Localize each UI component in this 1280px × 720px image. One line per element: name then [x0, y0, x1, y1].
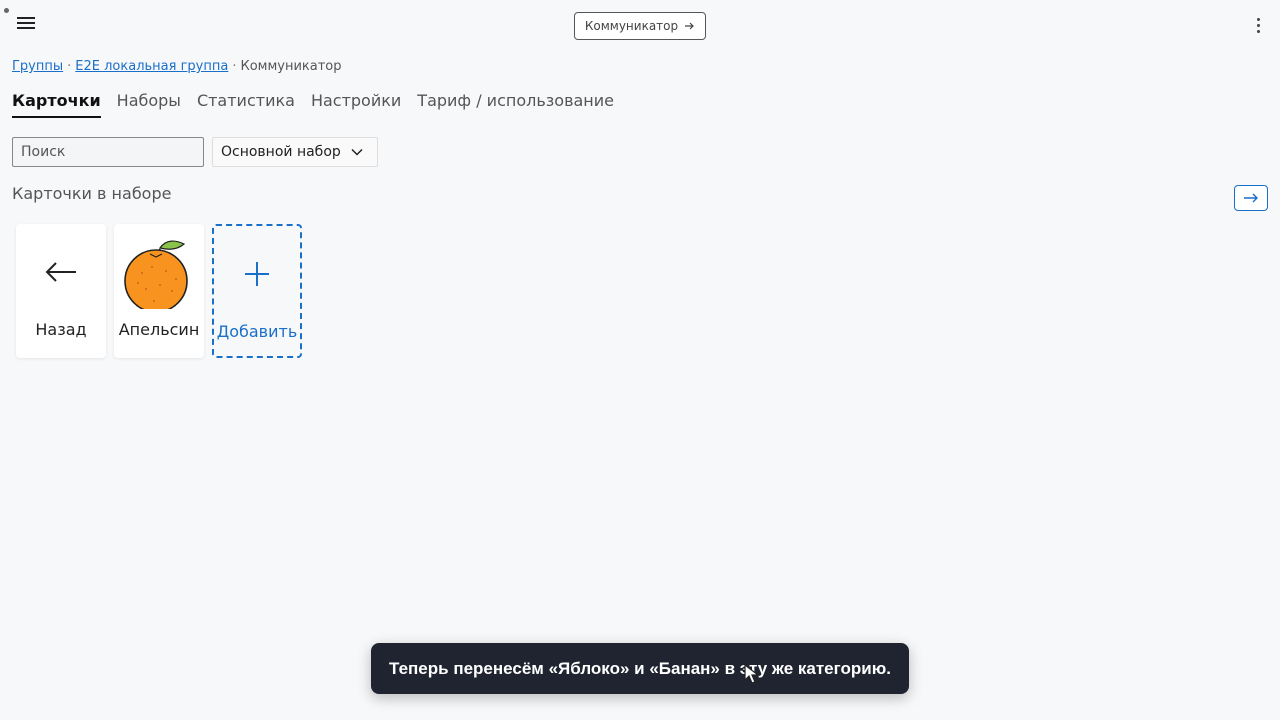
more-vertical-icon[interactable] — [1248, 14, 1268, 36]
expand-button[interactable] — [1234, 185, 1268, 211]
add-card-button[interactable]: Добавить — [212, 224, 302, 358]
chevron-down-icon — [351, 148, 363, 156]
tab-cards[interactable]: Карточки — [12, 91, 101, 118]
set-select[interactable]: Основной набор — [212, 137, 378, 167]
tab-settings[interactable]: Настройки — [311, 91, 401, 118]
breadcrumb-current: Коммуникатор — [240, 59, 342, 74]
section-title: Карточки в наборе — [12, 184, 172, 203]
tab-plan-usage[interactable]: Тариф / использование — [417, 91, 614, 118]
card-label: Назад — [35, 320, 87, 339]
set-select-value: Основной набор — [221, 144, 341, 160]
card-label: Добавить — [216, 322, 298, 341]
tab-bar: Карточки Наборы Статистика Настройки Тар… — [12, 91, 614, 118]
toast-text: Теперь перенесём «Яблоко» и «Банан» в эт… — [389, 658, 891, 678]
breadcrumb-link-groups[interactable]: Группы — [12, 59, 63, 74]
tutorial-toast: Теперь перенесём «Яблоко» и «Банан» в эт… — [371, 643, 909, 694]
communicator-button[interactable]: Коммуникатор — [574, 12, 706, 40]
arrow-right-icon — [685, 22, 694, 30]
breadcrumb-link-group[interactable]: E2E локальная группа — [75, 59, 228, 74]
communicator-button-label: Коммуникатор — [584, 19, 679, 33]
breadcrumb-separator: · — [232, 59, 237, 74]
arrow-right-icon — [1244, 193, 1258, 203]
breadcrumb-separator: · — [67, 59, 72, 74]
search-input[interactable] — [12, 137, 204, 167]
tab-statistics[interactable]: Статистика — [197, 91, 295, 118]
card-back[interactable]: Назад — [16, 224, 106, 358]
orange-image — [124, 240, 188, 309]
breadcrumb: Группы · E2E локальная группа · Коммуникатор — [12, 59, 342, 74]
tab-sets[interactable]: Наборы — [117, 91, 181, 118]
mouse-cursor-icon — [744, 664, 760, 684]
hamburger-menu-icon[interactable] — [14, 12, 38, 36]
card-label: Апельсин — [118, 320, 200, 339]
card-orange[interactable]: Апельсин — [114, 224, 204, 358]
status-dot — [4, 8, 9, 13]
plus-icon — [245, 262, 269, 286]
arrow-left-icon — [45, 262, 76, 282]
